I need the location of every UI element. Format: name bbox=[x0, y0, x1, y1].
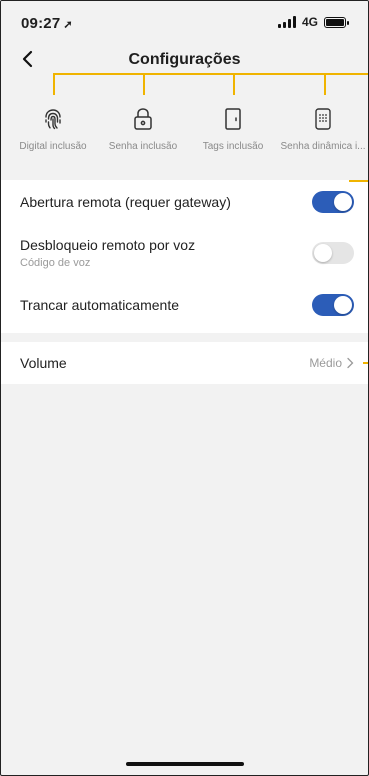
shortcut-fingerprint[interactable]: Digital inclusão bbox=[5, 107, 101, 152]
setting-label: Desbloqueio remoto por voz bbox=[20, 237, 196, 253]
annotation-line bbox=[143, 73, 145, 95]
signal-icon bbox=[277, 16, 296, 28]
setting-sublabel: Código de voz bbox=[20, 257, 91, 269]
door-icon bbox=[225, 108, 241, 130]
settings-card: Abertura remota (requer gateway) Desbloq… bbox=[1, 180, 368, 333]
shortcut-lock[interactable]: Senha inclusão bbox=[95, 107, 191, 152]
setting-remote-open: Abertura remota (requer gateway) bbox=[1, 180, 368, 224]
annotation-line bbox=[53, 73, 55, 95]
volume-value[interactable]: Médio bbox=[309, 356, 354, 370]
volume-card: Volume Médio bbox=[1, 342, 368, 384]
home-indicator[interactable] bbox=[125, 762, 244, 766]
shortcut-tags[interactable]: Tags inclusão bbox=[185, 107, 281, 152]
status-indicators: 4G bbox=[277, 15, 349, 29]
volume-value-text: Médio bbox=[309, 356, 342, 370]
shortcut-dynamic-password[interactable]: Senha dinâmica i... bbox=[275, 107, 368, 152]
setting-auto-lock: Trancar automaticamente bbox=[1, 282, 368, 328]
setting-voice-unlock: Desbloqueio remoto por voz Código de voz bbox=[1, 224, 368, 282]
setting-label: Abertura remota (requer gateway) bbox=[20, 194, 231, 210]
annotation-line bbox=[53, 73, 368, 75]
keypad-icon bbox=[315, 108, 331, 130]
shortcut-label: Digital inclusão bbox=[19, 141, 87, 152]
status-time: 09:27 ➚ bbox=[21, 15, 73, 32]
fingerprint-icon bbox=[45, 109, 61, 130]
battery-icon bbox=[324, 16, 349, 28]
time-text: 09:27 bbox=[21, 15, 61, 32]
annotation-line bbox=[349, 180, 368, 182]
phone-screen: 09:27 ➚ 4G Configurações Digital inclusã… bbox=[0, 0, 369, 776]
location-arrow-icon: ➚ bbox=[63, 19, 73, 31]
shortcut-label: Tags inclusão bbox=[202, 141, 264, 152]
voice-unlock-toggle[interactable] bbox=[312, 242, 354, 264]
chevron-right-icon bbox=[347, 357, 354, 369]
remote-open-toggle[interactable] bbox=[312, 191, 354, 213]
annotation-line bbox=[233, 73, 235, 95]
network-type: 4G bbox=[301, 15, 318, 29]
shortcut-label: Senha inclusão bbox=[108, 141, 178, 152]
page-title: Configurações bbox=[128, 51, 241, 68]
setting-label: Trancar automaticamente bbox=[20, 297, 179, 313]
annotation-line bbox=[363, 362, 368, 364]
auto-lock-toggle[interactable] bbox=[312, 294, 354, 316]
shortcut-bar: Digital inclusão Senha inclusão Tags inc… bbox=[1, 99, 368, 169]
lock-icon bbox=[134, 108, 152, 130]
setting-volume[interactable]: Volume Médio bbox=[1, 342, 368, 384]
setting-label: Volume bbox=[20, 355, 67, 371]
status-bar: 09:27 ➚ 4G bbox=[1, 1, 368, 37]
shortcut-label: Senha dinâmica i... bbox=[280, 141, 366, 152]
annotation-line bbox=[324, 73, 326, 95]
